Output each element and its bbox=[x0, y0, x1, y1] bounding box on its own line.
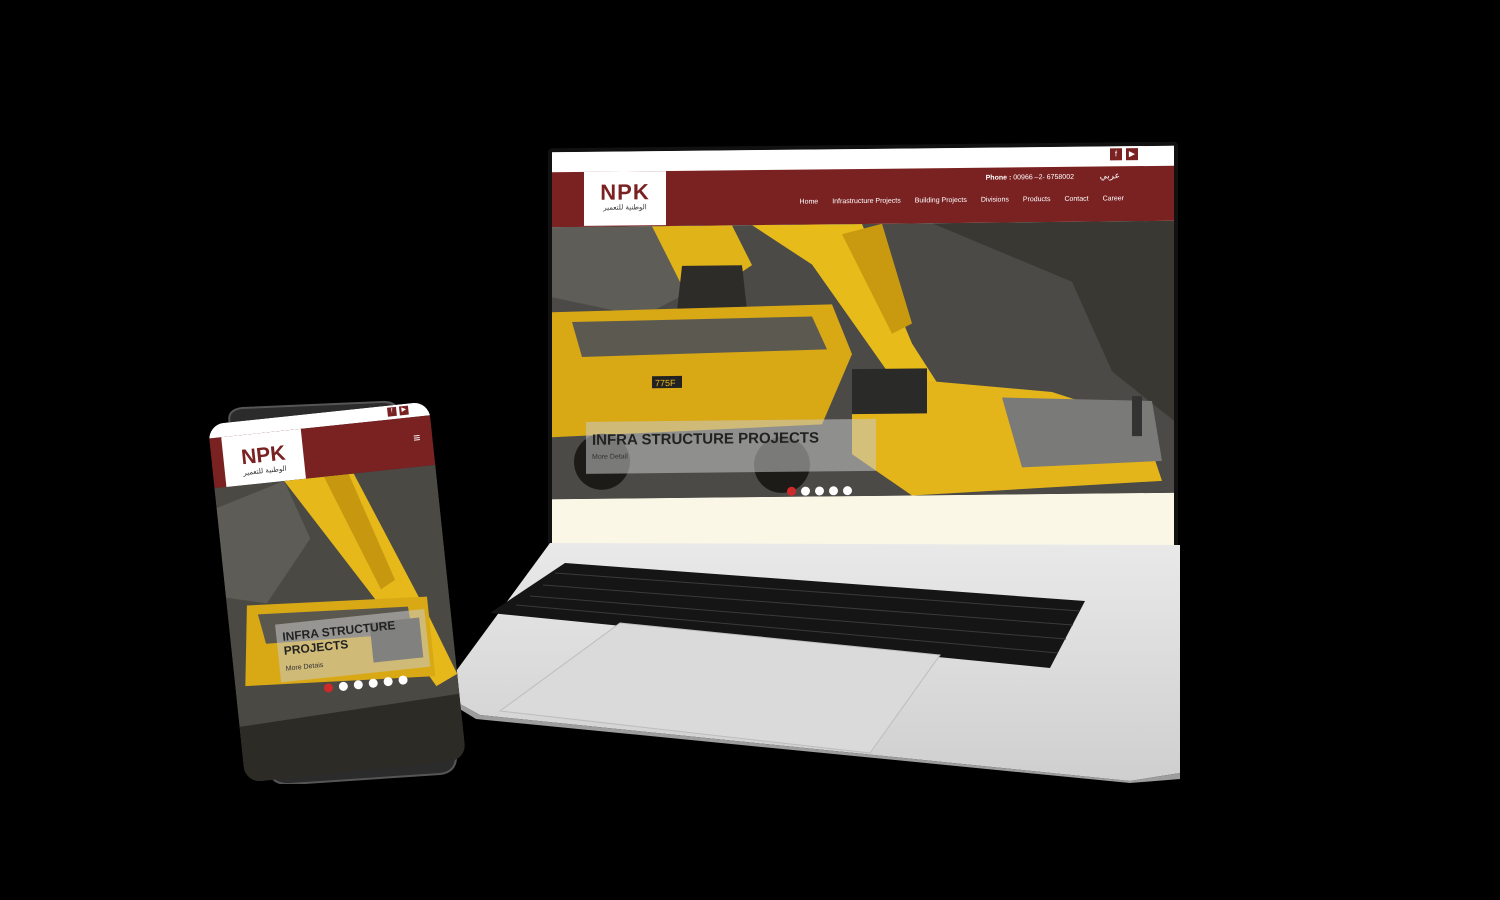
phone-label: Phone : bbox=[985, 174, 1012, 182]
language-switch[interactable]: عربي bbox=[1100, 171, 1120, 181]
slider-dot[interactable] bbox=[843, 486, 852, 496]
laptop-screen: f ▶ Phone : 00966 –2- 6758002 عربي Home … bbox=[548, 141, 1178, 589]
hero-title: INFRA STRUCTURE PROJECTS bbox=[281, 618, 397, 658]
nav-divisions[interactable]: Divisions bbox=[981, 196, 1009, 203]
slider-dot[interactable] bbox=[801, 486, 810, 496]
nav-infrastructure-projects[interactable]: Infrastructure Projects bbox=[832, 198, 900, 206]
nav-building-projects[interactable]: Building Projects bbox=[915, 197, 967, 205]
slider-dot[interactable] bbox=[383, 676, 394, 687]
slider-dots bbox=[787, 486, 852, 496]
hero-slider[interactable]: 775F INFRA STRUCTURE PROJECTS More Detai… bbox=[552, 220, 1174, 500]
slider-dot[interactable] bbox=[398, 675, 409, 686]
phone-number[interactable]: 00966 –2- 6758002 bbox=[1013, 174, 1074, 182]
slider-dot[interactable] bbox=[787, 486, 796, 496]
smartphone: f ▶ ≡ NPK الوطنية للتعمير INFRA STRUCTUR… bbox=[207, 400, 467, 784]
slider-dot[interactable] bbox=[815, 486, 824, 496]
nav-products[interactable]: Products bbox=[1023, 196, 1051, 203]
svg-text:775F: 775F bbox=[655, 378, 676, 388]
phone-website: f ▶ ≡ NPK الوطنية للتعمير INFRA STRUCTUR… bbox=[207, 401, 467, 783]
slider-dot[interactable] bbox=[353, 679, 364, 690]
nav-contact[interactable]: Contact bbox=[1064, 196, 1088, 203]
more-details-link[interactable]: More Detais bbox=[285, 662, 323, 673]
laptop-website: f ▶ Phone : 00966 –2- 6758002 عربي Home … bbox=[552, 145, 1174, 581]
logo-text: NPK bbox=[600, 179, 650, 205]
nav-career[interactable]: Career bbox=[1103, 195, 1124, 202]
nav-home[interactable]: Home bbox=[800, 198, 819, 205]
facebook-icon[interactable]: f bbox=[387, 406, 397, 417]
slider-dot[interactable] bbox=[368, 678, 379, 689]
main-nav: Home Infrastructure Projects Building Pr… bbox=[800, 195, 1124, 205]
facebook-icon[interactable]: f bbox=[1110, 148, 1122, 161]
slider-dot[interactable] bbox=[338, 681, 349, 692]
slider-dot[interactable] bbox=[829, 486, 838, 496]
hamburger-menu-icon[interactable]: ≡ bbox=[413, 430, 421, 445]
site-logo[interactable]: NPK الوطنية للتعمير bbox=[584, 171, 666, 226]
youtube-icon[interactable]: ▶ bbox=[398, 405, 409, 416]
youtube-icon[interactable]: ▶ bbox=[1126, 148, 1138, 161]
laptop-keyboard-deck bbox=[440, 543, 1180, 783]
phone-info: Phone : 00966 –2- 6758002 bbox=[986, 174, 1074, 182]
slider-dot[interactable] bbox=[323, 682, 334, 693]
hero-caption: INFRA STRUCTURE PROJECTS More Detail bbox=[586, 418, 876, 474]
more-detail-link[interactable]: More Detail bbox=[592, 453, 628, 460]
logo-tagline: الوطنية للتعمير bbox=[603, 203, 647, 212]
hero-title: INFRA STRUCTURE PROJECTS bbox=[592, 429, 819, 449]
